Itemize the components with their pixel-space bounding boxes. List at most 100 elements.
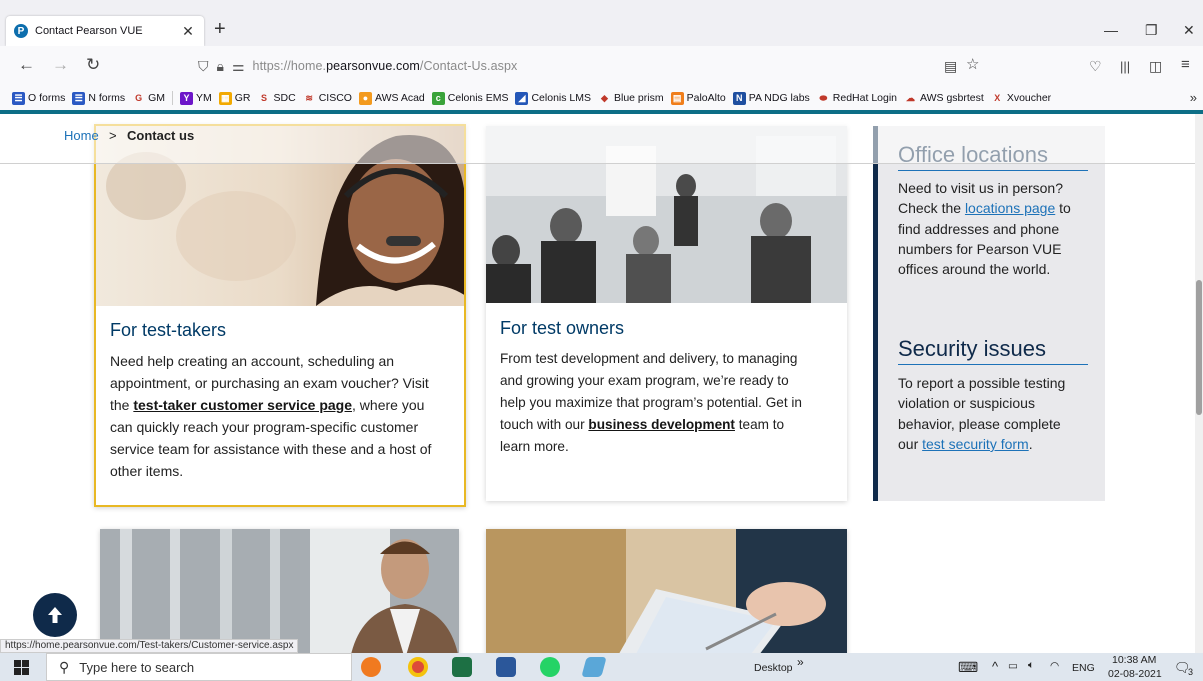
forward-icon[interactable]: →	[52, 56, 69, 74]
pearson-favicon-icon: P	[14, 24, 28, 38]
breadcrumb-home-link[interactable]: Home	[64, 128, 99, 143]
show-hidden-icons-icon[interactable]: ^	[992, 659, 998, 674]
close-window-icon[interactable]: ✕	[1183, 22, 1195, 39]
breadcrumb-current: Contact us	[127, 128, 195, 143]
chrome-icon[interactable]	[408, 657, 428, 677]
scroll-to-top-button[interactable]	[33, 593, 77, 637]
firefox-icon[interactable]	[361, 657, 381, 677]
bookmark-label: PA NDG labs	[748, 92, 810, 104]
windows-taskbar: ⚲ Type here to search Desktop » ⌨ ^ ▭ 🔈︎…	[0, 653, 1203, 681]
wifi-icon[interactable]: ◠	[1050, 660, 1059, 672]
arrow-up-icon	[48, 607, 62, 623]
security-issues-heading: Security issues	[898, 336, 1088, 365]
reload-icon[interactable]: ↻	[86, 56, 100, 74]
test-taker-customer-service-link[interactable]: test-taker customer service page	[133, 397, 352, 413]
browser-tab[interactable]: P Contact Pearson VUE ✕	[6, 16, 204, 46]
bookmark-star-icon[interactable]: ☆	[966, 56, 979, 74]
scrollbar-thumb[interactable]	[1196, 280, 1202, 415]
battery-icon[interactable]: ▭	[1008, 660, 1018, 672]
language-indicator[interactable]: ENG	[1072, 662, 1095, 674]
bookmark-item[interactable]: ⬬ RedHat Login	[817, 92, 897, 105]
bookmark-label: AWS Acad	[374, 92, 425, 104]
bookmark-item[interactable]: ● AWS Acad	[358, 91, 425, 105]
taskbar-search-box[interactable]: ⚲ Type here to search	[46, 653, 352, 681]
tab-title: Contact Pearson VUE	[35, 25, 143, 37]
bookmark-item[interactable]: ▤ PaloAlto	[670, 91, 726, 105]
back-icon[interactable]: ←	[18, 56, 35, 74]
close-tab-icon[interactable]: ✕	[180, 23, 196, 40]
test-security-form-link[interactable]: test security form	[922, 436, 1029, 452]
desktop-toolbar-label[interactable]: Desktop	[754, 662, 793, 674]
bookmark-item[interactable]: ◢ Celonis LMS	[515, 91, 591, 105]
pocket-icon[interactable]: ♡	[1089, 57, 1102, 75]
bookmark-label: RedHat Login	[832, 92, 898, 104]
bookmark-item[interactable]: ◆ Blue prism	[598, 92, 664, 105]
page-content: Home > Contact us For test-takers Need h…	[0, 114, 1195, 653]
office-man-image-card[interactable]	[100, 529, 459, 653]
reader-view-icon[interactable]: ▤	[944, 57, 957, 75]
address-bar[interactable]: ⛉ 🔒︎ ⚌ https://home.pearsonvue.com/Conta…	[198, 52, 998, 80]
page-scrollbar[interactable]	[1195, 114, 1203, 653]
bookmark-label: Celonis EMS	[447, 92, 509, 104]
word-icon[interactable]	[496, 657, 516, 677]
bookmark-item[interactable]: ≋ CISCO	[303, 92, 352, 105]
restore-icon[interactable]: ❐	[1145, 22, 1158, 39]
navigation-bar: ← → ↻ ⛉ 🔒︎ ⚌ https://home.pearsonvue.com…	[0, 46, 1203, 86]
bookmark-label: PaloAlto	[686, 92, 726, 104]
bookmark-favicon-icon: S	[261, 92, 268, 103]
tab-strip: P Contact Pearson VUE ✕ + — ❐ ✕	[0, 0, 1203, 46]
bookmark-item[interactable]: ▦ GR	[218, 91, 251, 105]
test-takers-card[interactable]: For test-takers Need help creating an ac…	[94, 124, 466, 507]
library-icon[interactable]: |||	[1120, 58, 1130, 76]
sidebar-icon[interactable]: ◫	[1149, 57, 1162, 75]
bookmark-item[interactable]: Y YM	[180, 91, 212, 105]
windows-start-icon[interactable]	[14, 660, 29, 675]
tablet-image-card[interactable]	[486, 529, 847, 653]
test-owners-description: From test development and delivery, to m…	[500, 351, 802, 454]
bookmark-item[interactable]: ☁ AWS gsbrtest	[904, 92, 984, 105]
bookmark-label: Blue prism	[614, 92, 664, 104]
bookmark-item[interactable]: c Celonis EMS	[431, 91, 509, 105]
bookmark-label: GM	[148, 92, 166, 104]
business-development-link[interactable]: business development	[588, 417, 735, 432]
lock-icon[interactable]: 🔒︎	[217, 58, 224, 75]
bookmark-favicon-icon: ⬬	[819, 92, 828, 103]
bookmark-favicon-icon: ≋	[305, 92, 313, 103]
bookmark-favicon-icon: ▤	[670, 91, 684, 105]
volume-icon[interactable]: 🔈︎	[1028, 659, 1034, 672]
bookmark-item[interactable]: G GM	[132, 92, 165, 105]
bookmark-item[interactable]: ☰ N forms	[72, 91, 125, 105]
test-takers-description: Need help creating an account, schedulin…	[110, 353, 432, 479]
bookmark-favicon-icon: ◆	[601, 92, 608, 103]
url-text[interactable]: https://home.pearsonvue.com/Contact-Us.a…	[253, 59, 518, 73]
toolbar-expand-icon[interactable]: »	[797, 655, 804, 669]
bookmark-item[interactable]: X Xvoucher	[991, 92, 1051, 105]
more-bookmarks-icon[interactable]: »	[1190, 90, 1197, 105]
keyboard-icon[interactable]: ⌨	[958, 659, 978, 676]
search-icon: ⚲	[59, 658, 70, 675]
new-tab-button[interactable]: +	[214, 19, 226, 39]
bookmark-item[interactable]: N PA NDG labs	[732, 91, 810, 105]
bookmark-item[interactable]: ☰ O forms	[12, 91, 65, 105]
bookmark-label: GR	[234, 92, 251, 104]
bookmark-favicon-icon: ☰	[12, 91, 25, 105]
bookmark-item[interactable]: S SDC	[258, 92, 296, 105]
bookmark-separator	[172, 91, 174, 105]
whatsapp-icon[interactable]	[540, 657, 560, 677]
test-takers-title: For test-takers	[110, 320, 227, 340]
test-owners-card[interactable]: For test owners From test development an…	[486, 126, 847, 501]
clock-time[interactable]: 10:38 AM	[1112, 654, 1156, 666]
bookmark-favicon-icon: ◢	[515, 91, 529, 105]
locations-page-link[interactable]: locations page	[965, 200, 1055, 216]
breadcrumb: Home > Contact us	[0, 114, 1195, 164]
bookmark-favicon-icon: G	[135, 92, 143, 103]
menu-icon[interactable]: ≡	[1181, 56, 1190, 74]
excel-icon[interactable]	[452, 657, 472, 677]
clock-date[interactable]: 02-08-2021	[1108, 668, 1162, 680]
permissions-icon[interactable]: ⚌	[232, 58, 245, 75]
minimize-icon[interactable]: —	[1104, 22, 1118, 38]
shield-icon[interactable]: ⛉	[198, 58, 209, 75]
notes-app-icon[interactable]	[581, 657, 607, 677]
bookmark-favicon-icon: X	[994, 92, 1001, 103]
breadcrumb-separator: >	[109, 128, 117, 143]
